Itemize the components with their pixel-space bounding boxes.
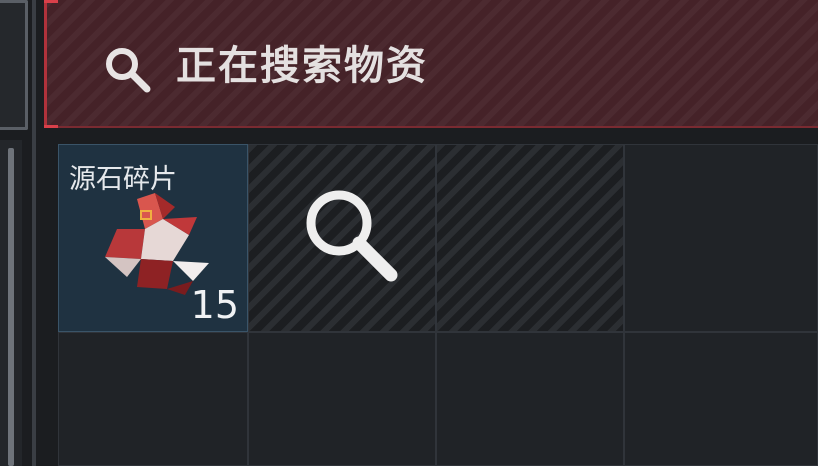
inventory-slot-empty[interactable] bbox=[436, 332, 624, 466]
inventory-slot-empty[interactable] bbox=[58, 332, 248, 466]
inventory-slot-empty[interactable] bbox=[624, 332, 818, 466]
left-panel-bracket bbox=[0, 0, 28, 130]
crystal-fragment-icon bbox=[105, 193, 209, 295]
search-status-text: 正在搜索物资 bbox=[176, 43, 428, 89]
inventory-slot-item[interactable]: 源石碎片 15 bbox=[58, 144, 248, 332]
scrollbar[interactable] bbox=[8, 148, 14, 466]
search-status-banner bbox=[44, 0, 818, 128]
inventory-slot-empty[interactable] bbox=[624, 144, 818, 332]
search-icon bbox=[306, 190, 398, 282]
inventory-grid: 源石碎片 15 bbox=[58, 144, 818, 466]
inventory-slot-searching[interactable] bbox=[436, 144, 624, 332]
panel-divider bbox=[32, 0, 36, 466]
inventory-slot-searching[interactable] bbox=[248, 144, 436, 332]
banner-corner-accent bbox=[44, 125, 58, 128]
search-icon bbox=[106, 48, 151, 93]
item-count: 15 bbox=[190, 283, 239, 327]
inventory-slot-empty[interactable] bbox=[248, 332, 436, 466]
banner-corner-accent bbox=[44, 0, 58, 3]
